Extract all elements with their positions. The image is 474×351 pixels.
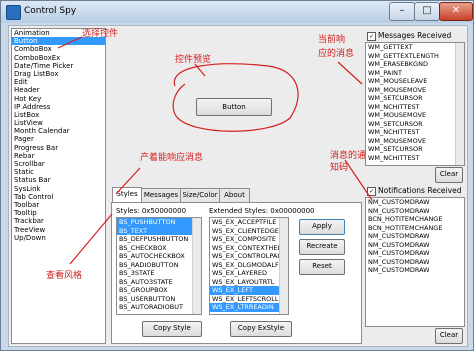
- arrow-notify: [344, 159, 373, 201]
- annotation-current-response: 当前响: [318, 35, 346, 45]
- annotation-view-style: 查看风格: [46, 271, 83, 281]
- preview-ellipse: [172, 63, 299, 132]
- arrow-view-style: [69, 213, 113, 265]
- annotation-control-preview: 控件预览: [175, 55, 212, 65]
- annotation-produce-response: 产着能响应消息: [140, 153, 204, 163]
- annotation-current-response-2: 应的消息: [318, 49, 355, 59]
- arrow-produce-response: [115, 167, 141, 195]
- annotation-select-control: 选择控件: [82, 29, 119, 39]
- annotation-notify-2: 知码: [330, 163, 349, 173]
- arrow-select-control: [57, 36, 83, 49]
- arrow-current-response: [337, 61, 363, 85]
- annotation-overlay: [57, 36, 373, 265]
